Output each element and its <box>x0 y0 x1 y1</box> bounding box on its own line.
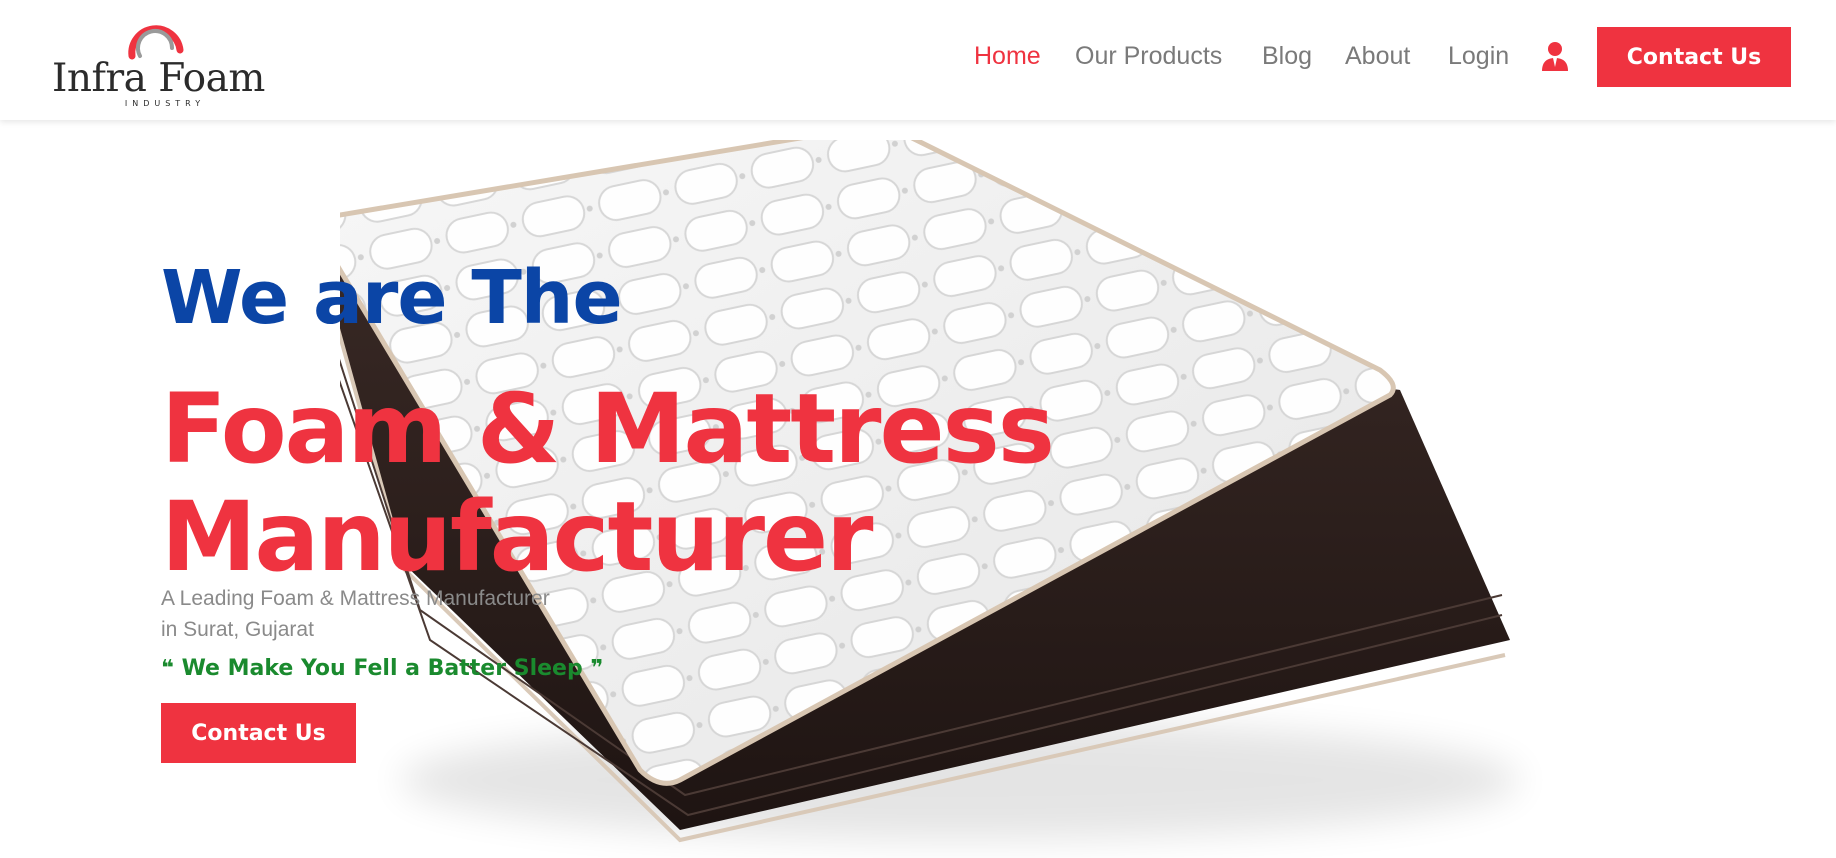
nav-our-products[interactable]: Our Products <box>1075 38 1222 74</box>
hero-eyebrow: We are The <box>161 255 623 341</box>
nav-home[interactable]: Home <box>974 38 1041 74</box>
hero-subtitle-line-1: A Leading Foam & Mattress Manufacturer <box>161 587 550 610</box>
hero-headline: Foam & Mattress Manufacturer <box>161 373 1055 593</box>
nav-about[interactable]: About <box>1345 38 1410 74</box>
brand-name: Infra Foam <box>52 56 265 101</box>
hero-subtitle: A Leading Foam & Mattress Manufacturer i… <box>161 583 641 645</box>
hero-subtitle-line-2: in Surat, Gujarat <box>161 618 314 641</box>
hero-section: We are The Foam & Mattress Manufacturer … <box>0 120 1836 858</box>
hero-tagline: ❝ We Make You Fell a Batter Sleep ❞ <box>161 656 604 681</box>
brand-logo[interactable]: Infra Foam INDUSTRY <box>52 6 272 110</box>
nav-login[interactable]: Login <box>1448 38 1509 74</box>
site-header: Infra Foam INDUSTRY Home Our Products Bl… <box>0 0 1836 120</box>
header-contact-button[interactable]: Contact Us <box>1597 27 1791 87</box>
logo-arc-icon <box>128 25 184 60</box>
hero-headline-line-2: Manufacturer <box>161 481 873 593</box>
nav-blog[interactable]: Blog <box>1262 38 1312 74</box>
hero-headline-line-1: Foam & Mattress <box>161 373 1055 485</box>
hero-contact-button[interactable]: Contact Us <box>161 703 356 763</box>
brand-subtitle: INDUSTRY <box>124 99 206 108</box>
user-account-icon[interactable] <box>1540 40 1570 72</box>
